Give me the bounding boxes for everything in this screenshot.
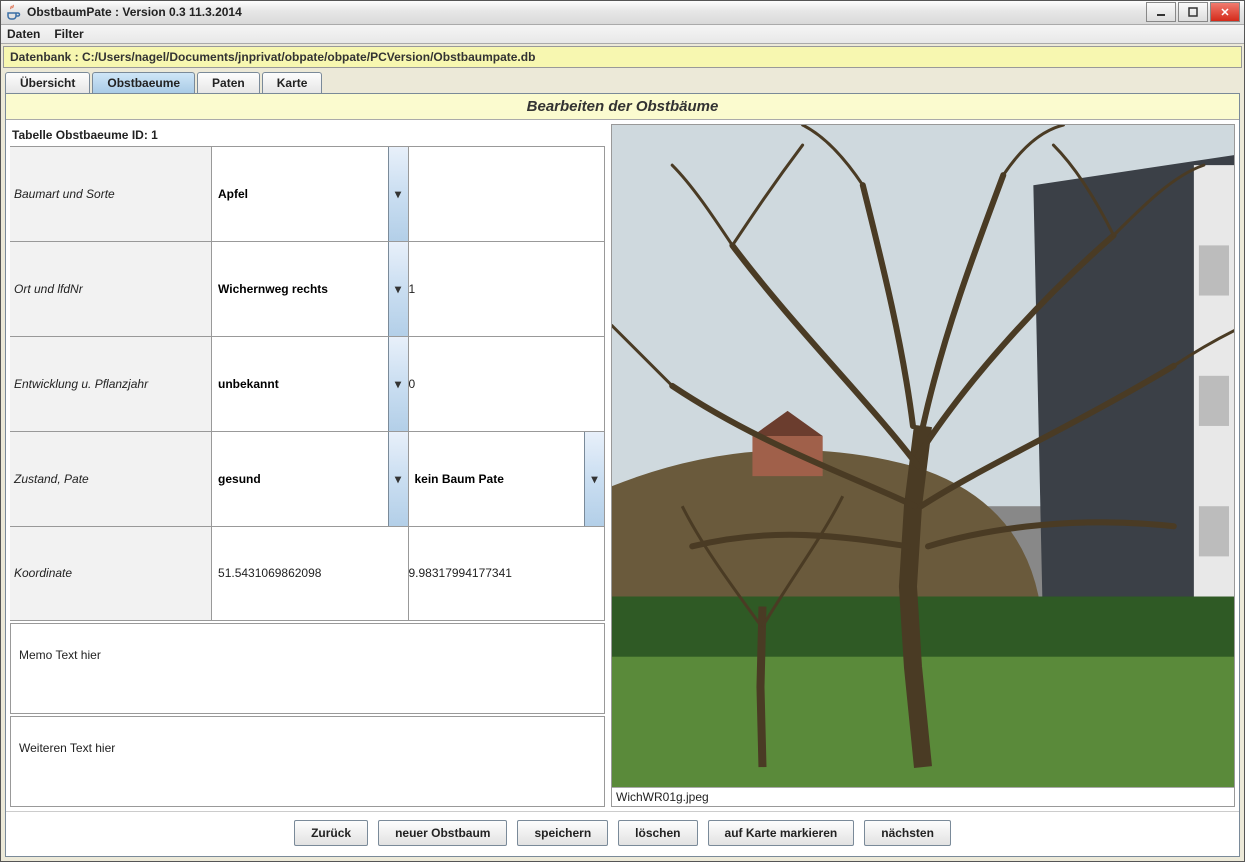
tab-paten[interactable]: Paten (197, 72, 260, 93)
lfdnr-field[interactable]: 1 (408, 241, 605, 336)
combo-value: kein Baum Pate (415, 472, 504, 486)
window-title: ObstbaumPate : Version 0.3 11.3.2014 (27, 5, 1146, 19)
combo-value: gesund (218, 472, 261, 486)
form-row: Entwicklung u. Pflanzjahr unbekannt ▾ 0 (10, 336, 605, 431)
maximize-button[interactable] (1178, 2, 1208, 22)
app-window: ObstbaumPate : Version 0.3 11.3.2014 ✕ D… (0, 0, 1245, 862)
chevron-down-icon[interactable]: ▾ (584, 432, 604, 526)
record-id-label: Tabelle Obstbaeume ID: 1 (10, 124, 605, 146)
image-panel: WichWR01g.jpeg (611, 124, 1235, 807)
form-row: Zustand, Pate gesund ▾ kein Baum Pate ▾ (10, 431, 605, 526)
coord-lat-field[interactable]: 51.5431069862098 (212, 526, 408, 620)
sorte-field[interactable] (408, 146, 605, 241)
tab-karte[interactable]: Karte (262, 72, 323, 93)
zustand-combo[interactable]: gesund ▾ (212, 432, 407, 526)
field-label: Entwicklung u. Pflanzjahr (10, 336, 212, 431)
save-button[interactable]: speichern (517, 820, 608, 846)
combo-value: Apfel (218, 187, 248, 201)
form-panel: Tabelle Obstbaeume ID: 1 Baumart und Sor… (10, 124, 605, 807)
delete-button[interactable]: löschen (618, 820, 697, 846)
coord-lon-field[interactable]: 9.98317994177341 (408, 526, 605, 620)
database-path: Datenbank : C:/Users/nagel/Documents/jnp… (3, 46, 1242, 68)
field-label: Zustand, Pate (10, 431, 212, 526)
chevron-down-icon[interactable]: ▾ (388, 337, 408, 431)
chevron-down-icon[interactable]: ▾ (388, 242, 408, 336)
field-label: Koordinate (10, 526, 212, 620)
new-tree-button[interactable]: neuer Obstbaum (378, 820, 507, 846)
chevron-down-icon[interactable]: ▾ (388, 147, 408, 241)
form-row: Baumart und Sorte Apfel ▾ (10, 146, 605, 241)
back-button[interactable]: Zurück (294, 820, 368, 846)
java-cup-icon (5, 4, 21, 20)
action-button-row: Zurück neuer Obstbaum speichern löschen … (6, 811, 1239, 856)
next-button[interactable]: nächsten (864, 820, 951, 846)
minimize-button[interactable] (1146, 2, 1176, 22)
form-grid: Baumart und Sorte Apfel ▾ Ort und lfdNr (10, 146, 605, 621)
menu-daten[interactable]: Daten (7, 27, 40, 41)
mark-on-map-button[interactable]: auf Karte markieren (708, 820, 855, 846)
tab-content: Bearbeiten der Obstbäume Tabelle Obstbae… (5, 93, 1240, 857)
tab-obstbaeume[interactable]: Obstbaeume (92, 72, 195, 93)
tab-bar: Übersicht Obstbaeume Paten Karte (1, 72, 1244, 93)
pflanzjahr-field[interactable]: 0 (408, 336, 605, 431)
entwicklung-combo[interactable]: unbekannt ▾ (212, 337, 407, 431)
additional-text-area[interactable]: Weiteren Text hier (10, 716, 605, 807)
form-row: Koordinate 51.5431069862098 9.9831799417… (10, 526, 605, 620)
chevron-down-icon[interactable]: ▾ (388, 432, 408, 526)
combo-value: unbekannt (218, 377, 279, 391)
combo-value: Wichernweg rechts (218, 282, 328, 296)
form-row: Ort und lfdNr Wichernweg rechts ▾ 1 (10, 241, 605, 336)
menubar: Daten Filter (1, 25, 1244, 44)
tab-uebersicht[interactable]: Übersicht (5, 72, 90, 93)
section-title: Bearbeiten der Obstbäume (6, 94, 1239, 120)
memo-text-area[interactable]: Memo Text hier (10, 623, 605, 714)
menu-filter[interactable]: Filter (54, 27, 83, 41)
image-filename: WichWR01g.jpeg (612, 787, 1234, 806)
pate-combo[interactable]: kein Baum Pate ▾ (409, 432, 605, 526)
baumart-combo[interactable]: Apfel ▾ (212, 147, 407, 241)
ort-combo[interactable]: Wichernweg rechts ▾ (212, 242, 407, 336)
titlebar: ObstbaumPate : Version 0.3 11.3.2014 ✕ (1, 1, 1244, 25)
tree-image (612, 125, 1234, 787)
field-label: Ort und lfdNr (10, 241, 212, 336)
close-button[interactable]: ✕ (1210, 2, 1240, 22)
field-label: Baumart und Sorte (10, 146, 212, 241)
